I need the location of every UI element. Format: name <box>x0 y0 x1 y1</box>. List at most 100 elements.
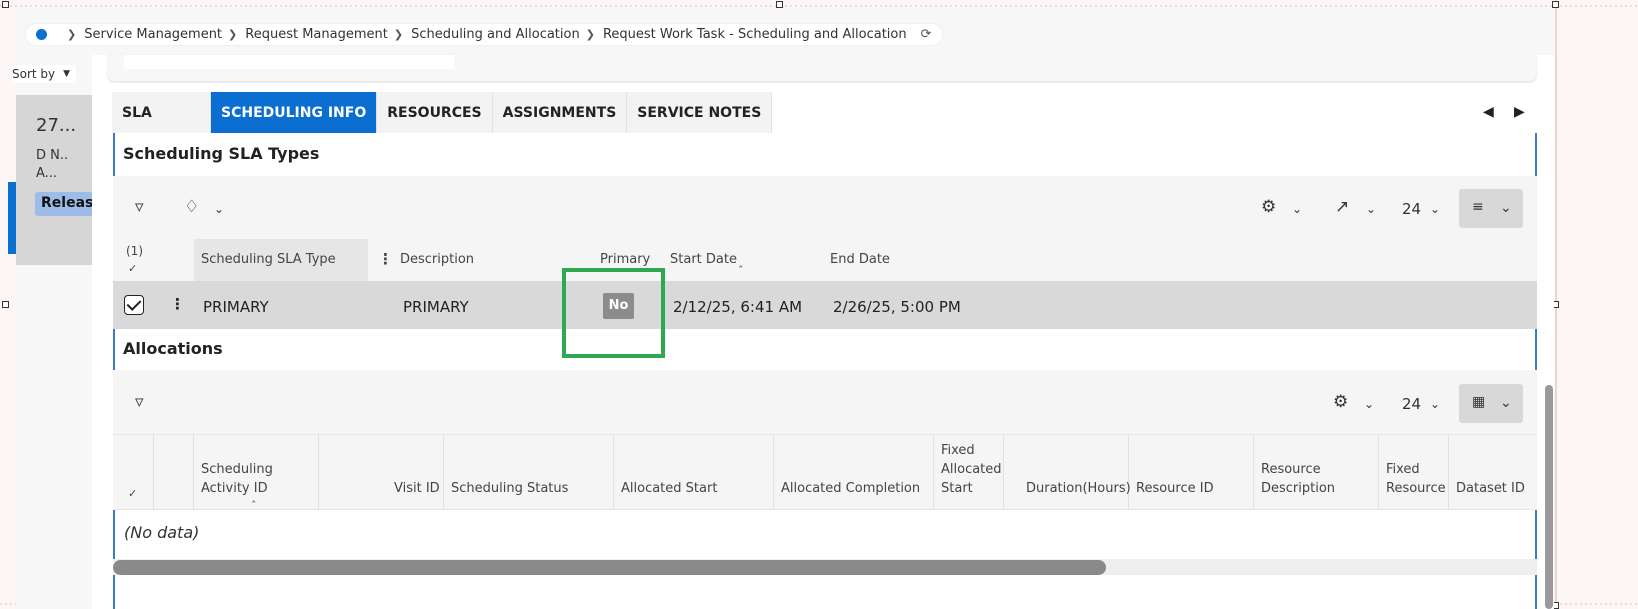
view-mode-button[interactable]: ≡ ⌄ <box>1459 189 1523 228</box>
column-header-resource-id[interactable]: Resource ID <box>1136 479 1214 498</box>
tab-service-notes[interactable]: SERVICE NOTES <box>627 92 773 134</box>
selected-count: (1) <box>126 244 143 258</box>
record-card-line1: D N.. <box>36 148 69 163</box>
section-title-sla-types: Scheduling SLA Types <box>123 144 320 163</box>
column-header-allocated-completion[interactable]: Allocated Completion <box>781 479 920 498</box>
chevron-down-icon[interactable]: ⌄ <box>1430 397 1440 411</box>
cell-description: PRIMARY <box>403 298 469 316</box>
tab-sla[interactable]: SLA <box>112 92 211 134</box>
tab-scroll-right-icon[interactable]: ▶ <box>1514 104 1525 120</box>
resize-handle-top-center[interactable] <box>776 1 783 8</box>
column-header-description[interactable]: Description <box>400 252 474 267</box>
column-menu-icon[interactable]: ⋮ <box>378 250 393 268</box>
chevron-right-icon: ❯ <box>585 28 595 41</box>
page-size-selector[interactable]: 24 <box>1402 395 1421 413</box>
cell-start-date: 2/12/25, 6:41 AM <box>673 298 803 316</box>
table-row[interactable] <box>113 281 1537 329</box>
gear-icon[interactable]: ⚙ <box>1261 197 1276 217</box>
sort-ascending-icon: ˆ <box>251 499 257 512</box>
chevron-down-icon[interactable]: ⌄ <box>1366 202 1376 216</box>
caret-down-icon: ▼ <box>63 69 71 79</box>
column-header-scheduling-status[interactable]: Scheduling Status <box>451 479 568 498</box>
column-header-fixed-allocated-start[interactable]: Fixed Allocated Start <box>941 441 1003 498</box>
record-card-selected-indicator <box>8 182 16 254</box>
vertical-scrollbar-thumb[interactable] <box>1545 385 1553 609</box>
select-all-check-icon[interactable]: ✓ <box>128 484 137 503</box>
tab-resources[interactable]: RESOURCES <box>377 92 493 134</box>
sort-ascending-icon: ˆ <box>738 264 744 277</box>
column-divider <box>933 434 934 510</box>
chevron-down-icon[interactable]: ⌄ <box>1430 202 1440 216</box>
tab-scroll-left-icon[interactable]: ◀ <box>1483 104 1494 120</box>
breadcrumb-item-scheduling-allocation[interactable]: Scheduling and Allocation <box>411 27 580 42</box>
breadcrumb-item-request-management[interactable]: Request Management <box>245 27 388 42</box>
table-view-icon: ▦ <box>1472 394 1486 410</box>
column-header-duration-hours[interactable]: Duration(Hours) <box>1026 479 1131 498</box>
section-title-allocations: Allocations <box>123 339 223 358</box>
filter-icon[interactable]: ▿ <box>135 392 144 412</box>
view-mode-button[interactable]: ▦ ⌄ <box>1459 384 1523 423</box>
horizontal-scrollbar-thumb[interactable] <box>113 560 1106 575</box>
column-divider <box>1378 434 1379 510</box>
tab-scheduling-info[interactable]: SCHEDULING INFO <box>211 92 378 134</box>
cell-sla-type: PRIMARY <box>203 298 269 316</box>
column-divider <box>193 434 194 510</box>
header-card <box>108 55 1536 81</box>
column-header-visit-id[interactable]: Visit ID <box>394 479 440 498</box>
column-divider <box>1128 434 1129 510</box>
chevron-down-icon[interactable]: ⌄ <box>214 202 224 216</box>
breadcrumb-item-current-page: Request Work Task - Scheduling and Alloc… <box>602 27 907 42</box>
chevron-right-icon: ❯ <box>228 28 238 41</box>
sort-by-label: Sort by <box>12 67 56 81</box>
column-header-scheduling-sla-type[interactable]: Scheduling SLA Type <box>201 252 336 267</box>
chevron-down-icon: ⌄ <box>1500 200 1512 216</box>
resize-handle-mid-left[interactable] <box>2 301 9 308</box>
chevron-down-icon[interactable]: ⌄ <box>1364 397 1374 411</box>
column-divider <box>318 434 319 510</box>
refresh-icon[interactable]: ⟳ <box>921 27 932 42</box>
breadcrumb-item-service-management[interactable]: Service Management <box>84 27 222 42</box>
home-dot-icon[interactable] <box>36 29 47 40</box>
filter-icon[interactable]: ▿ <box>135 197 144 217</box>
column-divider <box>1003 434 1004 510</box>
empty-state-text: (No data) <box>124 523 200 542</box>
chevron-right-icon: ❯ <box>67 28 77 41</box>
bell-icon[interactable]: ♢ <box>184 197 199 217</box>
column-header-allocated-start[interactable]: Allocated Start <box>621 479 717 498</box>
row-checkbox[interactable] <box>124 295 144 315</box>
record-card-number: 27... <box>36 115 77 136</box>
sort-by-dropdown[interactable]: Sort by ▼ <box>12 65 77 83</box>
column-header-primary[interactable]: Primary <box>600 252 650 267</box>
chevron-down-icon[interactable]: ⌄ <box>1292 202 1302 216</box>
tab-bar: SLA SCHEDULING INFO RESOURCES ASSIGNMENT… <box>112 92 773 134</box>
tab-assignments[interactable]: ASSIGNMENTS <box>492 92 628 134</box>
column-header-resource-description[interactable]: Resource Description <box>1261 460 1371 498</box>
record-card-line2: A... <box>36 166 58 181</box>
cell-end-date: 2/26/25, 5:00 PM <box>833 298 961 316</box>
column-divider <box>613 434 614 510</box>
export-icon[interactable]: ↗ <box>1335 197 1349 217</box>
chevron-down-icon: ⌄ <box>1500 395 1512 411</box>
resize-handle-top-left[interactable] <box>2 1 9 8</box>
list-view-icon: ≡ <box>1472 199 1484 215</box>
sla-toolbar <box>113 176 1537 239</box>
column-header-fixed-resource[interactable]: Fixed Resource <box>1386 460 1448 498</box>
column-divider <box>1253 434 1254 510</box>
gear-icon[interactable]: ⚙ <box>1333 392 1348 412</box>
select-all-check-icon[interactable]: ✓ <box>128 262 137 275</box>
resize-handle-top-right[interactable] <box>1552 1 1559 8</box>
column-header-scheduling-activity-id[interactable]: Scheduling Activity ID <box>201 460 316 498</box>
page-size-selector[interactable]: 24 <box>1402 200 1421 218</box>
column-header-end-date[interactable]: End Date <box>830 252 890 267</box>
highlight-box <box>562 268 665 358</box>
allocations-toolbar <box>113 370 1537 434</box>
column-header-start-date[interactable]: Start Date <box>670 252 737 267</box>
status-badge: Released <box>35 192 92 216</box>
chevron-right-icon: ❯ <box>393 28 404 41</box>
column-divider <box>153 434 154 510</box>
column-header-dataset-id[interactable]: Dataset ID <box>1456 479 1525 498</box>
breadcrumb: ❯ Service Management ❯ Request Managemen… <box>26 24 942 45</box>
row-menu-icon[interactable]: ⋮ <box>170 295 185 313</box>
column-divider <box>1448 434 1449 510</box>
column-divider <box>773 434 774 510</box>
